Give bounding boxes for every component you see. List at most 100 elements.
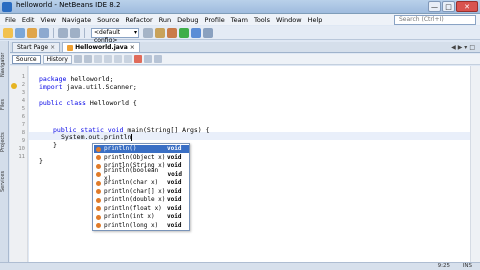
code-line: } [39, 157, 43, 165]
method-icon [96, 189, 101, 194]
close-icon[interactable]: × [130, 43, 135, 52]
menu-navigate[interactable]: Navigate [59, 16, 94, 24]
method-icon [96, 146, 101, 152]
clean-build-icon[interactable] [167, 27, 177, 38]
text-caret [131, 133, 133, 141]
line-number: 5 [21, 106, 25, 112]
comment-icon[interactable] [143, 55, 152, 63]
tab-navigation-icon[interactable]: ◀▶▾□ [451, 44, 477, 51]
menu-run[interactable]: Run [156, 16, 174, 24]
completion-item[interactable]: println(int x) void [94, 213, 189, 221]
completion-item[interactable]: println(boolean x) void [94, 167, 189, 182]
minimize-icon[interactable]: — [428, 1, 441, 12]
editor-toolbar: Source History [10, 54, 480, 65]
toolbar: <default config> ▾ [0, 26, 480, 44]
code-completion-popup[interactable]: println() void println(Object x) void pr… [92, 143, 190, 231]
menu-source[interactable]: Source [94, 16, 122, 24]
line-number: 10 [18, 146, 25, 152]
menu-window[interactable]: Window [273, 16, 305, 24]
open-project-icon[interactable] [27, 27, 37, 38]
method-icon [96, 172, 101, 177]
toolbar-divider [53, 27, 54, 38]
code-line: import java.util.Scanner; [39, 83, 137, 91]
window-title: helloworld - NetBeans IDE 8.2 [16, 1, 121, 9]
method-icon [96, 197, 101, 203]
close-icon[interactable]: ✕ [456, 1, 478, 12]
tab-start-page[interactable]: Start Page × [12, 42, 61, 52]
completion-item[interactable]: println(double x) void [94, 196, 189, 204]
code-line: System.out.println [61, 133, 133, 141]
debug-icon[interactable] [191, 27, 201, 38]
find-icon[interactable] [93, 55, 102, 63]
stop-macro-icon[interactable] [133, 55, 142, 63]
completion-item[interactable]: println(char[] x) void [94, 188, 189, 196]
method-icon [96, 180, 101, 186]
settings-icon[interactable] [143, 27, 153, 38]
completion-item[interactable]: println(float x) void [94, 205, 189, 213]
line-number: 8 [21, 130, 25, 136]
editor-error-stripe[interactable] [470, 66, 480, 262]
insert-mode: INS [462, 263, 472, 269]
uncomment-icon[interactable] [153, 55, 162, 63]
method-icon [96, 214, 101, 220]
line-number: 2 [21, 82, 25, 88]
menu-team[interactable]: Team [228, 16, 251, 24]
history-button[interactable]: History [42, 54, 72, 64]
chevron-down-icon: ▾ [133, 28, 137, 36]
completion-item[interactable]: println(Object x) void [94, 154, 189, 162]
line-number: 7 [21, 122, 25, 128]
side-tab-services[interactable]: Services [0, 165, 9, 197]
warning-icon[interactable] [11, 83, 17, 89]
tab-label: Start Page [17, 44, 49, 51]
config-select[interactable]: <default config> ▾ [91, 27, 139, 44]
netbeans-window: helloworld - NetBeans IDE 8.2 — □ ✕ File… [0, 0, 480, 270]
menu-tools[interactable]: Tools [251, 16, 273, 24]
cursor-position: 9:25 [437, 263, 450, 269]
menu-file[interactable]: File [2, 16, 19, 24]
menu-view[interactable]: View [37, 16, 58, 24]
new-file-icon[interactable] [3, 27, 13, 38]
completion-item[interactable]: println() void [94, 145, 189, 153]
code-line: public class Helloworld { [39, 99, 137, 107]
side-tab-navigator[interactable]: Navigator [0, 45, 9, 85]
forward-icon[interactable] [83, 55, 92, 63]
line-number: 4 [21, 98, 25, 104]
line-number: 1 [21, 74, 25, 80]
menu-edit[interactable]: Edit [19, 16, 38, 24]
completion-item[interactable]: println(long x) void [94, 222, 189, 230]
source-button[interactable]: Source [12, 54, 41, 64]
shift-right-icon[interactable] [123, 55, 132, 63]
profile-icon[interactable] [203, 27, 213, 38]
status-bar: 9:25 INS [0, 262, 480, 270]
undo-icon[interactable] [58, 27, 68, 38]
back-icon[interactable] [73, 55, 82, 63]
tab-label: Helloworld.java [75, 44, 128, 51]
search-input[interactable]: Search (Ctrl+I) [394, 15, 476, 25]
bookmark-icon[interactable] [103, 55, 112, 63]
method-icon [96, 163, 101, 169]
java-file-icon [67, 44, 74, 51]
menu-profile[interactable]: Profile [202, 16, 228, 24]
method-icon [96, 155, 101, 160]
window-controls: — □ ✕ [428, 1, 478, 12]
side-tab-files[interactable]: Files [0, 93, 9, 117]
line-number: 9 [21, 138, 25, 144]
menu-help[interactable]: Help [305, 16, 326, 24]
close-icon[interactable]: × [50, 43, 55, 52]
netbeans-app-icon [2, 2, 12, 12]
tab-helloworld-java[interactable]: Helloworld.java × [62, 42, 140, 52]
toolbar-divider [84, 27, 85, 38]
line-number-gutter: 1 2 3 4 5 6 7 8 9 10 11 [10, 66, 28, 262]
completion-item[interactable]: println(char x) void [94, 179, 189, 187]
menu-debug[interactable]: Debug [174, 16, 201, 24]
shift-left-icon[interactable] [113, 55, 122, 63]
redo-icon[interactable] [70, 27, 80, 38]
new-project-icon[interactable] [15, 27, 25, 38]
maximize-icon[interactable]: □ [442, 1, 455, 12]
menu-refactor[interactable]: Refactor [122, 16, 155, 24]
run-icon[interactable] [179, 27, 189, 38]
build-icon[interactable] [155, 27, 165, 38]
method-icon [96, 223, 101, 228]
save-all-icon[interactable] [39, 27, 49, 38]
side-tab-projects[interactable]: Projects [0, 125, 9, 159]
